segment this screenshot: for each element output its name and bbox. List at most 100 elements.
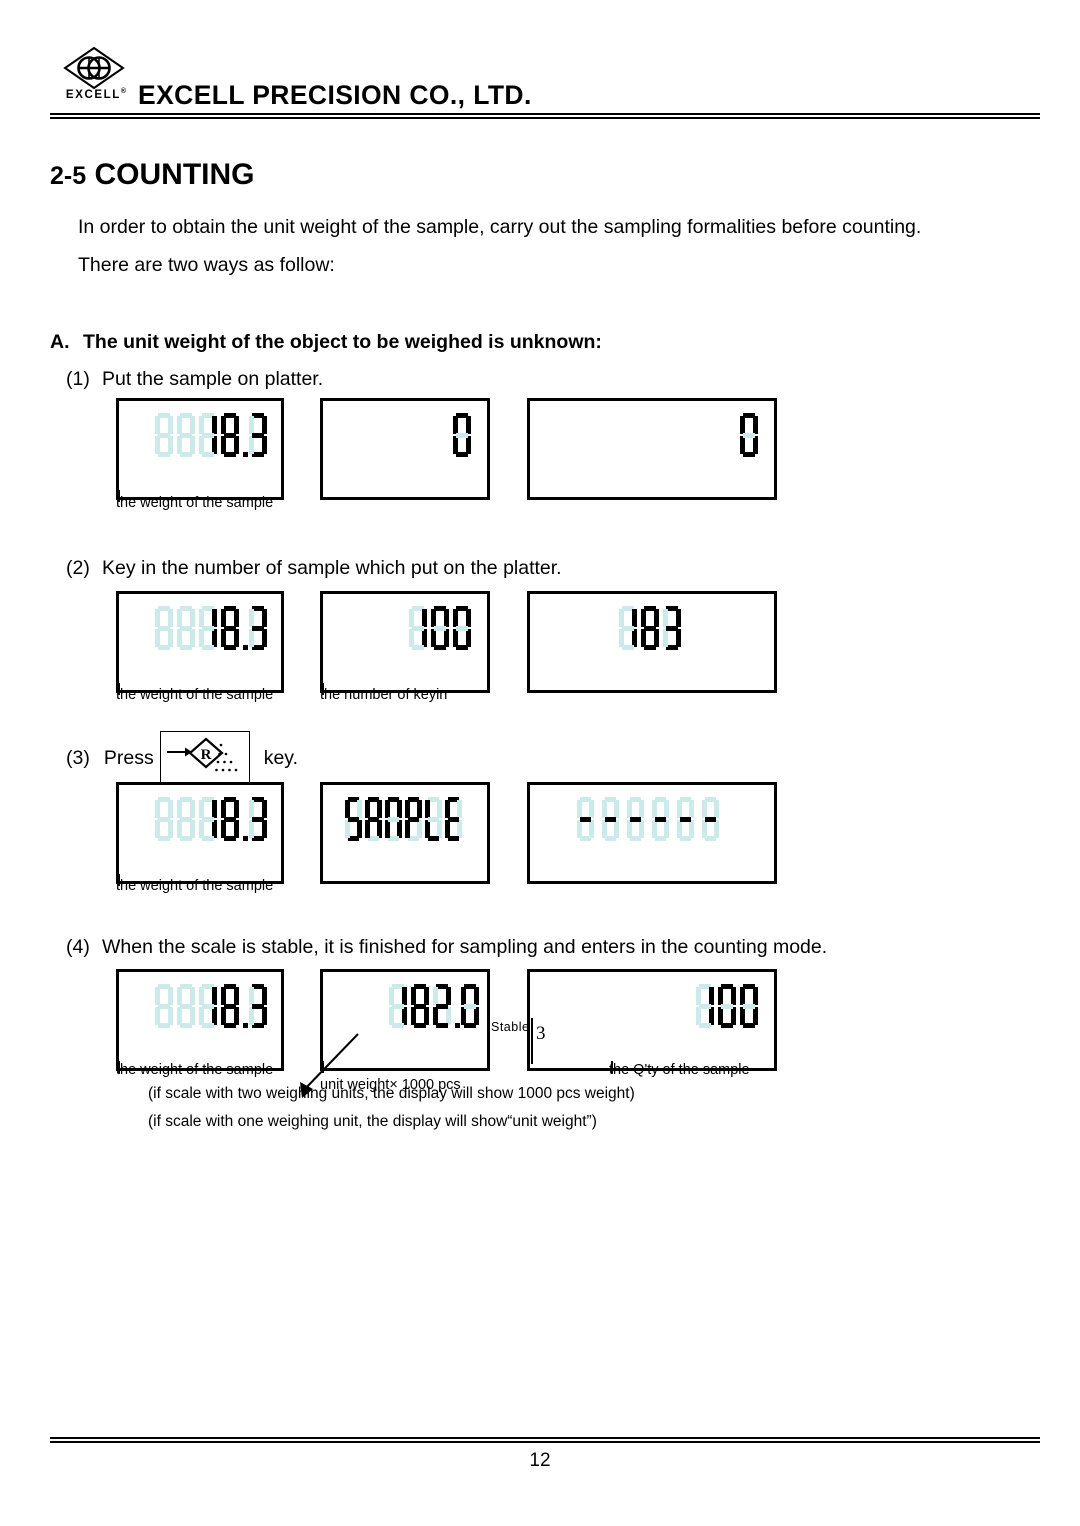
company-logo: EXCELL® <box>55 44 135 116</box>
seven-segment-digit <box>740 984 758 1028</box>
seven-segment-digit <box>177 797 195 841</box>
step-3-text: (3) Press R key. <box>66 730 298 786</box>
seven-segment-digit <box>663 606 681 650</box>
section-number: 2-5 <box>50 162 87 190</box>
lcd-value <box>453 413 475 457</box>
seven-segment-digit <box>199 984 217 1028</box>
seven-segment-digit <box>249 413 267 457</box>
seven-segment-digit <box>155 413 173 457</box>
step-4-text: (4) When the scale is stable, it is finis… <box>66 936 827 959</box>
diamond-ee-logo-icon <box>63 46 125 90</box>
display-caption: the weight of the sample <box>116 1062 274 1078</box>
step-4-label: When the scale is stable, it is finished… <box>102 936 828 958</box>
qty-display <box>527 398 777 500</box>
step-2-number: (2) <box>66 557 90 579</box>
seven-segment-digit <box>221 984 239 1028</box>
caption-tick <box>118 490 120 502</box>
keyin-display <box>320 398 490 500</box>
dashes-display <box>527 782 777 884</box>
seven-segment-digit <box>365 797 382 841</box>
step-4-number: (4) <box>66 936 90 958</box>
display-caption: the Q'ty of the sample <box>609 1062 750 1078</box>
seven-segment-digit <box>155 606 173 650</box>
step-1-text: (1) Put the sample on platter. <box>66 368 323 391</box>
weight-display <box>116 591 284 693</box>
step-3-label-before: Press <box>103 746 154 769</box>
seven-segment-digit <box>221 797 239 841</box>
subsection-title: The unit weight of the object to be weig… <box>83 331 602 353</box>
lcd-value <box>409 606 475 650</box>
sample-r-key-icon: R <box>166 737 238 772</box>
step-1-number: (1) <box>66 368 90 390</box>
stable-indicator-label: Stable <box>491 1020 530 1034</box>
step-3-label-after: key. <box>263 746 299 769</box>
registered-mark: ® <box>120 88 127 95</box>
lcd-value <box>530 797 774 841</box>
seven-segment-digit <box>199 413 217 457</box>
weight-display <box>116 969 284 1071</box>
lcd-value <box>155 984 271 1028</box>
lcd-value <box>155 797 271 841</box>
page-number: 12 <box>529 1450 551 1471</box>
seven-segment-digit <box>461 984 479 1028</box>
seven-segment-digit <box>433 984 451 1028</box>
seven-segment-digit <box>249 606 267 650</box>
seven-segment-digit <box>627 797 644 841</box>
lcd-value <box>696 984 762 1028</box>
seven-segment-digit <box>652 797 669 841</box>
lcd-value <box>740 413 762 457</box>
caption-tick <box>611 1061 613 1073</box>
seven-segment-digit <box>199 606 217 650</box>
sample-text-display <box>320 782 490 884</box>
seven-segment-digit <box>431 606 449 650</box>
footer-divider <box>50 1437 1040 1443</box>
seven-segment-digit <box>425 797 442 841</box>
seven-segment-digit <box>155 984 173 1028</box>
logo-wordmark: EXCELL® <box>55 88 137 101</box>
sample-r-key-button[interactable]: R <box>159 731 250 785</box>
weight-display <box>116 782 284 884</box>
seven-segment-digit <box>453 606 471 650</box>
caption-tick <box>118 1061 120 1073</box>
display-caption: the number of keyin <box>320 687 448 703</box>
subsection-label: A. <box>50 331 70 353</box>
step-2-text: (2) Key in the number of sample which put… <box>66 557 562 580</box>
seven-segment-digit <box>453 413 471 457</box>
seven-segment-digit <box>702 797 719 841</box>
seven-segment-digit <box>740 413 758 457</box>
caption-tick <box>322 683 324 695</box>
seven-segment-digit <box>619 606 637 650</box>
seven-segment-digit <box>199 797 217 841</box>
caption-tick <box>118 683 120 695</box>
seven-segment-digit <box>221 606 239 650</box>
keyin-display <box>320 591 490 693</box>
company-name: EXCELL PRECISION CO., LTD. <box>138 80 532 110</box>
note-line-2: (if scale with one weighing unit, the di… <box>148 1113 597 1130</box>
seven-segment-digit <box>177 984 195 1028</box>
seven-segment-digit <box>577 797 594 841</box>
seven-segment-digit <box>445 797 462 841</box>
qty-display <box>527 969 777 1071</box>
svg-text:R: R <box>200 747 211 763</box>
section-title: 2-5 COUNTING <box>50 158 254 192</box>
stable-divider-right <box>531 1018 533 1064</box>
lcd-value <box>155 606 271 650</box>
seven-segment-digit <box>155 797 173 841</box>
lcd-value <box>530 606 774 650</box>
step-3-number: (3) <box>66 746 90 769</box>
note-line-1: (if scale with two weighing units, the d… <box>148 1085 635 1102</box>
display-caption: the weight of the sample <box>116 687 274 703</box>
seven-segment-digit <box>221 413 239 457</box>
step-1-label: Put the sample on platter. <box>102 368 324 390</box>
seven-segment-digit <box>718 984 736 1028</box>
stable-indicator-value: 3 <box>536 1023 546 1044</box>
seven-segment-digit <box>405 797 422 841</box>
weight-display <box>116 398 284 500</box>
seven-segment-digit <box>385 797 402 841</box>
seven-segment-digit <box>249 797 267 841</box>
caption-tick <box>118 874 120 886</box>
seven-segment-digit <box>641 606 659 650</box>
lcd-value <box>323 797 487 841</box>
seven-segment-digit <box>696 984 714 1028</box>
qty-display <box>527 591 777 693</box>
